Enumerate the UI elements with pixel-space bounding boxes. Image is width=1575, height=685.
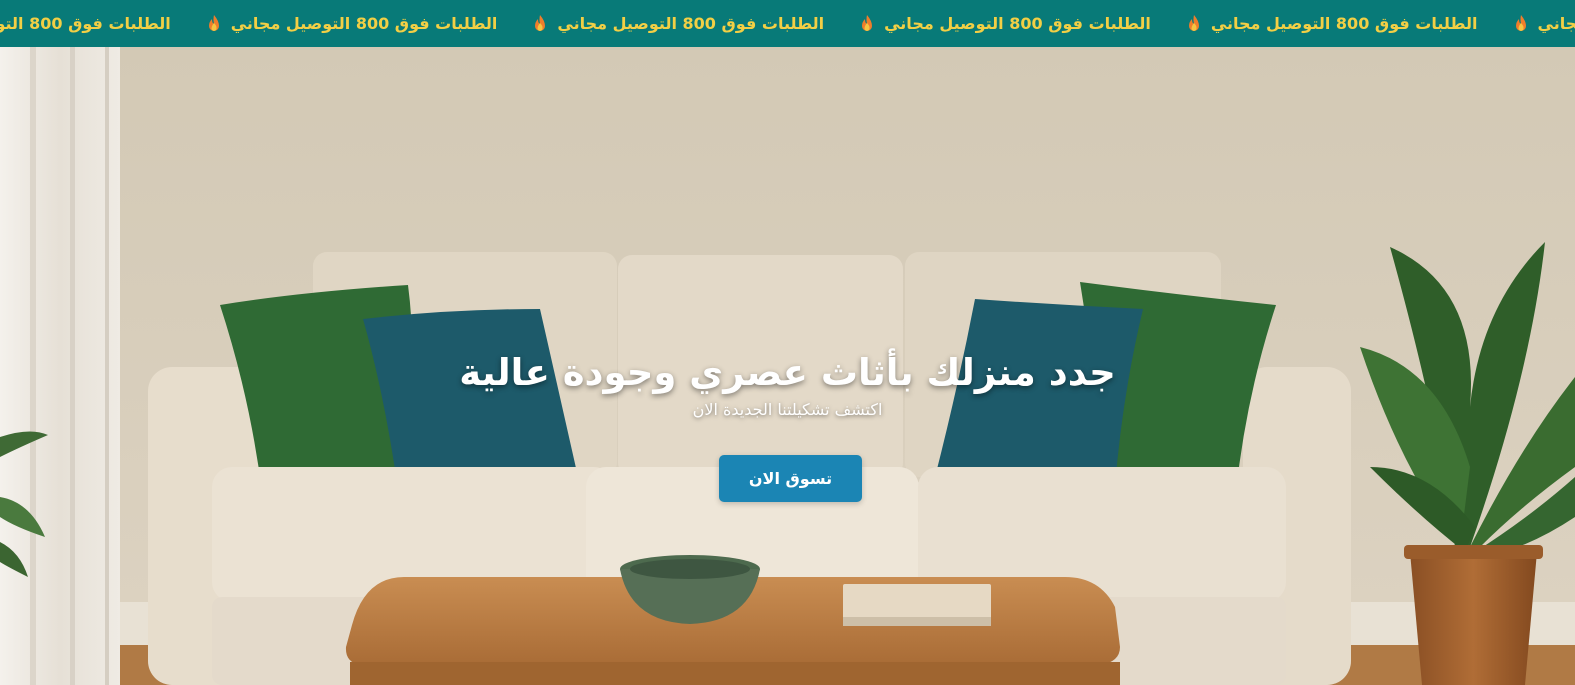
announcement-item: الطلبات فوق 800 التوصيل مجاني (207, 14, 498, 33)
announcement-text: الطلبات فوق 800 التوصيل مجاني (1537, 14, 1575, 33)
announcement-text: الطلبات فوق 800 التوصيل مجاني (1210, 14, 1478, 33)
announcement-item: الطلبات فوق 800 التوصيل مجاني (860, 14, 1151, 33)
fire-icon (208, 14, 219, 31)
shop-now-button[interactable]: تسوق الان (719, 455, 862, 502)
announcement-text: الطلبات فوق 800 التوصيل مجاني (0, 14, 171, 33)
announcement-bar: الطلبات فوق 800 التوصيل مجاني الطلبات فوق… (0, 0, 1575, 47)
announcement-track: الطلبات فوق 800 التوصيل مجاني الطلبات فوق… (0, 0, 1575, 47)
hero-background-image (0, 47, 1575, 685)
fire-icon (535, 14, 546, 31)
fire-icon (862, 14, 873, 31)
announcement-item: الطلبات فوق 800 التوصيل مجاني (0, 14, 171, 33)
announcement-item: الطلبات فوق 800 التوصيل مجاني (1514, 14, 1575, 33)
announcement-text: الطلبات فوق 800 التوصيل مجاني (884, 14, 1151, 33)
announcement-text: الطلبات فوق 800 التوصيل مجاني (230, 14, 498, 33)
announcement-item: الطلبات فوق 800 التوصيل مجاني (533, 14, 824, 33)
announcement-text: الطلبات فوق 800 التوصيل مجاني (557, 14, 825, 33)
fire-icon (1188, 14, 1199, 31)
fire-icon (1515, 14, 1526, 31)
announcement-item: الطلبات فوق 800 التوصيل مجاني (1187, 14, 1478, 33)
hero-section: جدد منزلك بأثاث عصري وجودة عالية اكتشف ت… (0, 47, 1575, 685)
